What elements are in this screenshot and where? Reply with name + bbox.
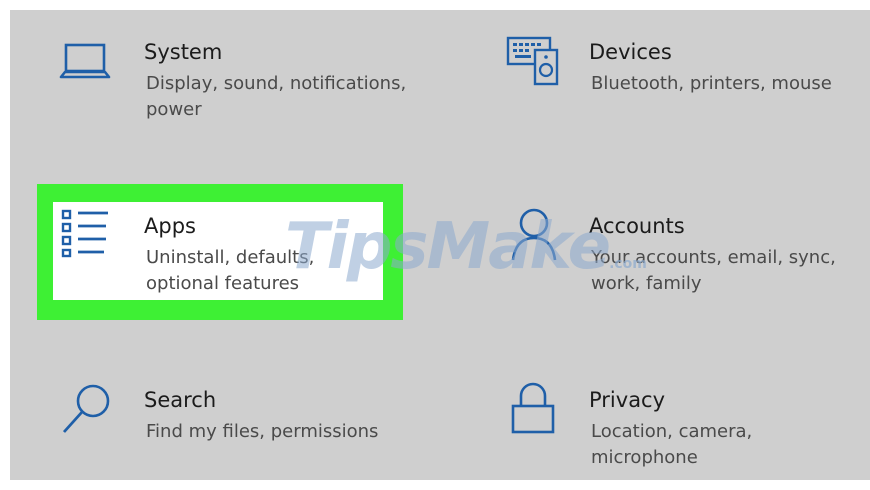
tile-privacy[interactable]: Privacy Location, camera, microphone	[503, 380, 848, 468]
search-icon	[60, 382, 116, 442]
tile-privacy-desc: Location, camera, microphone	[591, 421, 753, 468]
lock-icon	[509, 380, 557, 440]
watermark-text: TipsMake	[285, 210, 611, 284]
tile-system-title: System	[144, 40, 223, 64]
tile-devices-title: Devices	[589, 40, 672, 64]
laptop-icon	[58, 42, 114, 86]
tile-search[interactable]: Search Find my files, permissions	[58, 382, 418, 452]
tile-privacy-title: Privacy	[589, 388, 666, 412]
tile-devices-desc: Bluetooth, printers, mouse	[591, 73, 832, 94]
tile-apps-title: Apps	[144, 214, 196, 238]
tile-search-desc: Find my files, permissions	[146, 421, 379, 442]
watermark-suffix: .com	[609, 256, 647, 272]
tile-system[interactable]: System Display, sound, notifications, po…	[58, 40, 418, 130]
devices-icon	[505, 34, 563, 94]
tile-devices[interactable]: Devices Bluetooth, printers, mouse	[503, 34, 843, 124]
watermark: TipsMake.com	[285, 210, 647, 284]
apps-list-icon	[58, 208, 110, 262]
tile-search-title: Search	[144, 388, 217, 412]
tile-system-desc: Display, sound, notifications, power	[146, 73, 407, 120]
